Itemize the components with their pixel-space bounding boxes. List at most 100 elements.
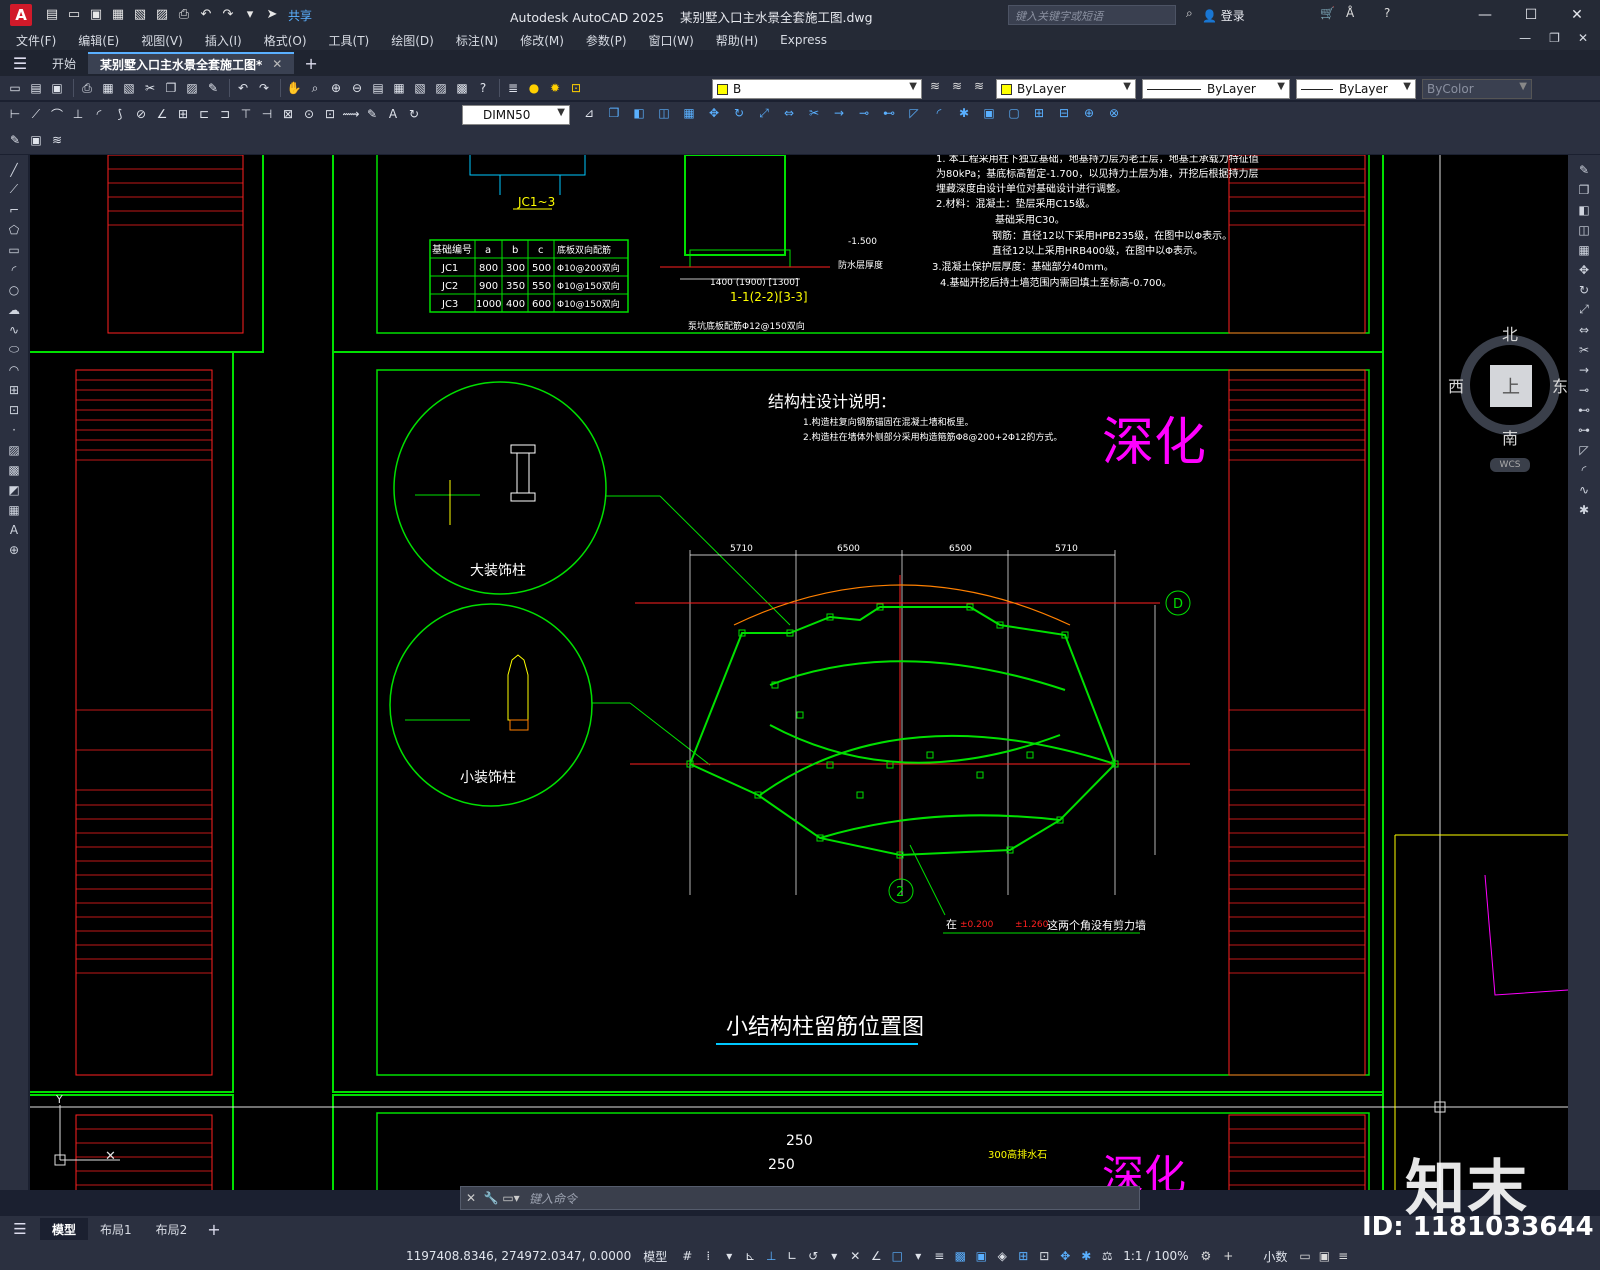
close-button[interactable]: ✕ [1554, 0, 1600, 30]
print-icon[interactable]: ⎙ [176, 8, 192, 22]
scale-icon[interactable]: ⤢ [1575, 301, 1593, 318]
plotstyle-dropdown[interactable]: ByColor ▼ [1422, 79, 1532, 99]
new-tab-icon[interactable]: + [304, 54, 317, 73]
doc-close-button[interactable]: ✕ [1578, 31, 1588, 45]
trim-icon[interactable]: ✂ [1575, 341, 1593, 358]
lineweight-icon[interactable]: ≡ [931, 1247, 947, 1265]
save-icon[interactable]: ▣ [88, 8, 104, 22]
cut-icon[interactable]: ✂ [141, 79, 159, 97]
minimize-button[interactable]: — [1462, 0, 1508, 30]
dim-space-icon[interactable]: ⊤ [237, 105, 255, 123]
units-display[interactable]: 小数 [1263, 1248, 1287, 1265]
sheet-set-icon[interactable]: ▨ [432, 79, 450, 97]
layout-menu-icon[interactable]: ☰ [0, 1220, 40, 1238]
layer-state-icon[interactable]: ≋ [974, 79, 984, 93]
dimstyle-dropdown[interactable]: DIMN50 ▼ [462, 105, 570, 125]
erase-icon[interactable]: ✎ [1575, 161, 1593, 178]
customize-command-icon[interactable]: 🔧 [481, 1191, 501, 1205]
search-icon[interactable]: ⌕ [1186, 6, 1193, 21]
command-input[interactable]: 键入命令 [529, 1190, 577, 1207]
save-as-icon[interactable]: ▦ [110, 8, 126, 22]
menu-edit[interactable]: 编辑(E) [78, 32, 119, 49]
copy-object-icon[interactable]: ❐ [605, 104, 623, 122]
mirror-icon[interactable]: ◧ [1575, 201, 1593, 218]
mtext-icon[interactable]: A [5, 521, 23, 538]
dim-baseline-icon[interactable]: ⊏ [195, 105, 213, 123]
pan-icon[interactable]: ✋ [285, 79, 303, 97]
quick-properties-icon[interactable]: ▭ [1299, 1249, 1310, 1263]
compass-south[interactable]: 南 [1502, 425, 1518, 449]
join-icon[interactable]: ⊶ [1575, 421, 1593, 438]
insert-block-icon[interactable]: ⊞ [5, 381, 23, 398]
design-center-icon[interactable]: ▦ [390, 79, 408, 97]
paste-icon[interactable]: ▨ [183, 79, 201, 97]
recent-commands-icon[interactable]: ▭▾ [501, 1191, 521, 1205]
stretch-icon[interactable]: ⇔ [780, 104, 798, 122]
compass-east[interactable]: 东 [1552, 373, 1568, 397]
tolerance-icon[interactable]: ⊠ [279, 105, 297, 123]
dim-aligned-icon[interactable]: ⟋ [27, 105, 45, 123]
make-current-layer-icon[interactable]: ≋ [930, 79, 940, 93]
fillet-icon[interactable]: ◜ [1575, 461, 1593, 478]
dim-arc-icon[interactable]: ⌒ [48, 105, 66, 123]
close-tab-icon[interactable]: ✕ [272, 57, 282, 71]
menu-dimension[interactable]: 标注(N) [456, 32, 498, 49]
quick-dim-icon[interactable]: ⊞ [174, 105, 192, 123]
share-button[interactable]: 共享 [288, 7, 312, 24]
dim-angular-icon[interactable]: ∠ [153, 105, 171, 123]
layer-properties-icon[interactable]: ≣ [504, 79, 522, 97]
add-layout-icon[interactable]: + [207, 1220, 220, 1239]
snap-icon[interactable]: ⁞ [700, 1247, 716, 1265]
copy-icon[interactable]: ❐ [162, 79, 180, 97]
osnap-dropdown-icon[interactable]: ▾ [910, 1247, 926, 1265]
offset-icon[interactable]: ◫ [655, 104, 673, 122]
preview-icon[interactable]: ▦ [99, 79, 117, 97]
tab-layout2[interactable]: 布局2 [144, 1218, 200, 1240]
image-icon[interactable]: ▣ [27, 131, 45, 149]
clean-screen-icon[interactable]: ▣ [1319, 1249, 1330, 1263]
tool-palettes-icon[interactable]: ▧ [411, 79, 429, 97]
make-block-icon[interactable]: ⊡ [5, 401, 23, 418]
plot-icon[interactable]: ⎙ [78, 79, 96, 97]
jogged-linear-icon[interactable]: ⟿ [342, 105, 360, 123]
compass-west[interactable]: 西 [1448, 373, 1464, 397]
join-icon[interactable]: ⊷ [880, 104, 898, 122]
annotation-monitor-icon[interactable]: + [1223, 1249, 1233, 1263]
revcloud-icon[interactable]: ☁ [5, 301, 23, 318]
array-icon[interactable]: ▦ [680, 104, 698, 122]
publish-icon[interactable]: ▧ [120, 79, 138, 97]
inspection-icon[interactable]: ⊡ [321, 105, 339, 123]
menu-insert[interactable]: 插入(I) [205, 32, 242, 49]
menu-hamburger-icon[interactable]: ☰ [0, 54, 40, 73]
annotation-visibility-icon[interactable]: ✱ [1078, 1247, 1094, 1265]
trim-icon[interactable]: ✂ [805, 104, 823, 122]
menu-format[interactable]: 格式(O) [264, 32, 307, 49]
save-icon[interactable]: ▣ [48, 79, 66, 97]
layer-previous-icon[interactable]: ≋ [952, 79, 962, 93]
menu-draw[interactable]: 绘图(D) [391, 32, 434, 49]
array-icon[interactable]: ▦ [1575, 241, 1593, 258]
menu-view[interactable]: 视图(V) [141, 32, 183, 49]
ortho-icon[interactable]: ∟ [784, 1247, 800, 1265]
blend-icon[interactable]: ∿ [1575, 481, 1593, 498]
help-icon[interactable]: ? [474, 79, 492, 97]
zoom-previous-icon[interactable]: ⊖ [348, 79, 366, 97]
dim-ordinate-icon[interactable]: ⊥ [69, 105, 87, 123]
dimstyle-manager-icon[interactable]: ⊿ [580, 104, 598, 122]
menu-express[interactable]: Express [780, 33, 827, 47]
circle-icon[interactable]: ○ [5, 281, 23, 298]
polar-dropdown-icon[interactable]: ▾ [826, 1247, 842, 1265]
model-space-toggle[interactable]: 模型 [643, 1248, 667, 1265]
save-web-icon[interactable]: ▧ [132, 8, 148, 22]
zoom-window-icon[interactable]: ⊕ [327, 79, 345, 97]
customization-icon[interactable]: ≡ [1338, 1249, 1348, 1263]
menu-window[interactable]: 窗口(W) [649, 32, 694, 49]
dim-diameter-icon[interactable]: ⊘ [132, 105, 150, 123]
snap-dropdown-icon[interactable]: ▾ [721, 1247, 737, 1265]
object-snap-tracking-icon[interactable]: ∠ [868, 1247, 884, 1265]
explode-icon[interactable]: ✱ [955, 104, 973, 122]
extend-icon[interactable]: → [830, 104, 848, 122]
redo-icon[interactable]: ↷ [220, 8, 236, 22]
publish-icon[interactable]: ▨ [154, 8, 170, 22]
linetype-dropdown[interactable]: ByLayer ▼ [1142, 79, 1290, 99]
